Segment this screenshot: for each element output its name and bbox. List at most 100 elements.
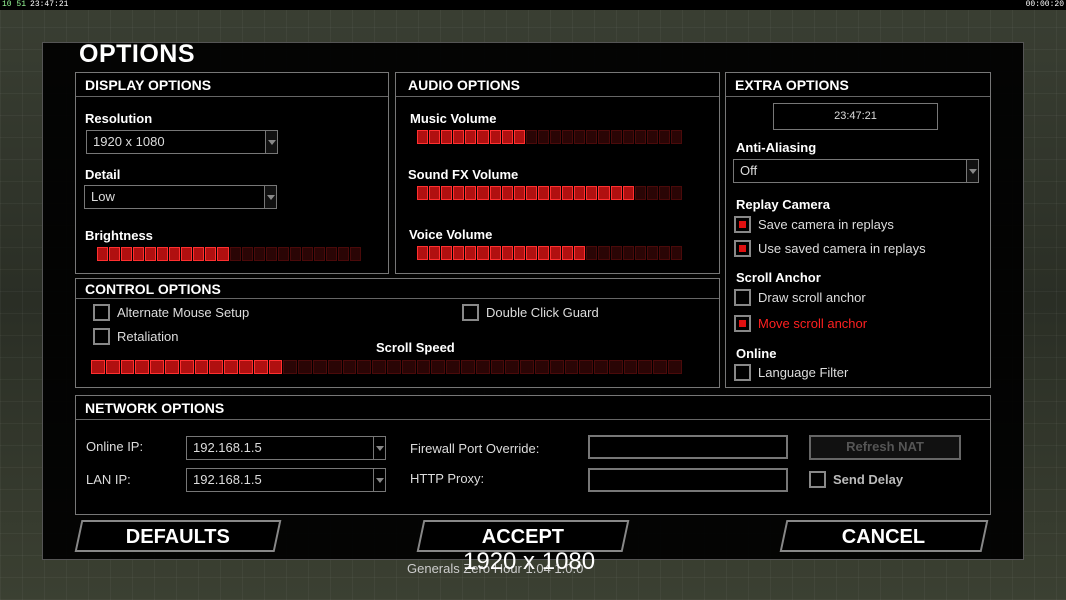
slider-segment-empty[interactable] [670, 246, 683, 260]
slider-segment-filled[interactable] [501, 186, 513, 200]
defaults-button[interactable]: DEFAULTS [74, 520, 282, 552]
slider-segment-filled[interactable] [610, 186, 622, 200]
checkbox-checked-icon[interactable] [734, 240, 751, 257]
slider-segment-filled[interactable] [465, 186, 477, 200]
slider-segment-filled[interactable] [537, 186, 550, 200]
slider-segment-filled[interactable] [574, 186, 586, 200]
slider-segment-empty[interactable] [525, 130, 537, 144]
sfx-volume-slider[interactable] [417, 186, 683, 200]
chevron-down-icon[interactable] [966, 160, 978, 182]
slider-segment-empty[interactable] [586, 130, 598, 144]
slider-segment-filled[interactable] [268, 360, 283, 374]
slider-segment-filled[interactable] [193, 247, 205, 261]
slider-segment-filled[interactable] [205, 247, 217, 261]
use-camera-checkbox[interactable]: Use saved camera in replays [734, 240, 926, 257]
brightness-slider[interactable] [97, 247, 362, 261]
slider-segment-empty[interactable] [327, 360, 342, 374]
slider-segment-filled[interactable] [157, 247, 169, 261]
online-ip-dropdown[interactable]: 192.168.1.5 [186, 436, 386, 460]
slider-segment-filled[interactable] [477, 246, 489, 260]
slider-segment-empty[interactable] [505, 360, 520, 374]
slider-segment-filled[interactable] [489, 186, 501, 200]
slider-segment-filled[interactable] [105, 360, 120, 374]
slider-segment-empty[interactable] [622, 130, 634, 144]
slider-segment-empty[interactable] [229, 247, 241, 261]
slider-segment-filled[interactable] [181, 247, 193, 261]
checkbox-checked-icon[interactable] [734, 216, 751, 233]
slider-segment-filled[interactable] [477, 186, 489, 200]
anti-aliasing-dropdown[interactable]: Off [733, 159, 979, 183]
slider-segment-empty[interactable] [608, 360, 623, 374]
slider-segment-filled[interactable] [135, 360, 150, 374]
firewall-port-input[interactable] [588, 435, 788, 459]
slider-segment-filled[interactable] [501, 130, 513, 144]
checkbox-icon[interactable] [809, 471, 826, 488]
slider-segment-filled[interactable] [194, 360, 209, 374]
slider-segment-empty[interactable] [598, 246, 610, 260]
slider-segment-empty[interactable] [342, 360, 357, 374]
lan-ip-dropdown[interactable]: 192.168.1.5 [186, 468, 386, 492]
slider-segment-empty[interactable] [277, 247, 289, 261]
slider-segment-filled[interactable] [91, 360, 105, 374]
http-proxy-input[interactable] [588, 468, 788, 492]
slider-segment-empty[interactable] [241, 247, 253, 261]
slider-segment-empty[interactable] [549, 360, 564, 374]
slider-segment-empty[interactable] [386, 360, 401, 374]
slider-segment-filled[interactable] [120, 360, 135, 374]
slider-segment-empty[interactable] [325, 247, 337, 261]
slider-segment-empty[interactable] [622, 246, 634, 260]
slider-segment-empty[interactable] [598, 130, 610, 144]
slider-segment-empty[interactable] [349, 247, 362, 261]
slider-segment-filled[interactable] [224, 360, 238, 374]
slider-segment-empty[interactable] [490, 360, 505, 374]
slider-segment-empty[interactable] [634, 186, 646, 200]
slider-segment-empty[interactable] [623, 360, 638, 374]
slider-segment-empty[interactable] [460, 360, 475, 374]
slider-segment-filled[interactable] [465, 246, 477, 260]
checkbox-icon[interactable] [93, 304, 110, 321]
slider-segment-filled[interactable] [441, 246, 453, 260]
slider-segment-empty[interactable] [265, 247, 277, 261]
cancel-button[interactable]: CANCEL [779, 520, 989, 552]
slider-segment-filled[interactable] [121, 247, 133, 261]
slider-segment-filled[interactable] [453, 130, 465, 144]
checkbox-icon[interactable] [734, 289, 751, 306]
slider-segment-empty[interactable] [579, 360, 594, 374]
slider-segment-filled[interactable] [150, 360, 164, 374]
language-filter-checkbox[interactable]: Language Filter [734, 364, 848, 381]
slider-segment-empty[interactable] [431, 360, 446, 374]
slider-segment-filled[interactable] [550, 186, 562, 200]
slider-segment-filled[interactable] [179, 360, 194, 374]
slider-segment-filled[interactable] [253, 360, 268, 374]
slider-segment-filled[interactable] [164, 360, 179, 374]
draw-anchor-checkbox[interactable]: Draw scroll anchor [734, 289, 866, 306]
slider-segment-filled[interactable] [562, 246, 574, 260]
retaliation-checkbox[interactable]: Retaliation [93, 328, 178, 345]
refresh-nat-button[interactable]: Refresh NAT [809, 435, 961, 460]
slider-segment-empty[interactable] [668, 360, 682, 374]
slider-segment-empty[interactable] [670, 130, 683, 144]
slider-segment-empty[interactable] [638, 360, 653, 374]
slider-segment-filled[interactable] [453, 186, 465, 200]
slider-segment-filled[interactable] [441, 186, 453, 200]
checkbox-checked-icon[interactable] [734, 315, 751, 332]
resolution-dropdown[interactable]: 1920 x 1080 [86, 130, 278, 154]
slider-segment-filled[interactable] [417, 186, 429, 200]
slider-segment-empty[interactable] [313, 247, 325, 261]
slider-segment-empty[interactable] [312, 360, 327, 374]
slider-segment-empty[interactable] [337, 247, 349, 261]
slider-segment-empty[interactable] [550, 130, 562, 144]
slider-segment-filled[interactable] [209, 360, 224, 374]
slider-segment-empty[interactable] [534, 360, 549, 374]
slider-segment-filled[interactable] [574, 246, 586, 260]
slider-segment-filled[interactable] [145, 247, 157, 261]
slider-segment-filled[interactable] [217, 247, 229, 261]
slider-segment-filled[interactable] [489, 130, 501, 144]
detail-dropdown[interactable]: Low [84, 185, 277, 209]
checkbox-icon[interactable] [462, 304, 479, 321]
slider-segment-empty[interactable] [372, 360, 386, 374]
slider-segment-empty[interactable] [357, 360, 372, 374]
slider-segment-filled[interactable] [537, 246, 550, 260]
slider-segment-empty[interactable] [646, 246, 658, 260]
slider-segment-empty[interactable] [646, 186, 658, 200]
